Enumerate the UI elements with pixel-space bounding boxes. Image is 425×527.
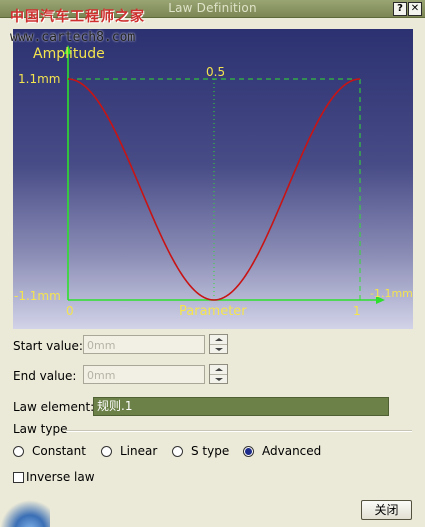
end-spin-up[interactable] xyxy=(210,365,227,375)
start-value-field[interactable]: 0mm xyxy=(83,335,205,354)
y-axis-label: Amplitude xyxy=(33,46,105,62)
radio-advanced-label: Advanced xyxy=(262,444,322,458)
chevron-up-icon xyxy=(215,368,223,371)
y-max-label: 1.1mm xyxy=(18,72,60,86)
chevron-up-icon xyxy=(215,338,223,341)
x-axis-label: Parameter xyxy=(179,304,247,319)
end-value-spinner[interactable] xyxy=(209,364,228,384)
chevron-down-icon xyxy=(215,378,223,381)
help-button[interactable]: ? xyxy=(393,2,407,16)
x-max-label: 1 xyxy=(353,304,361,318)
end-value-field[interactable]: 0mm xyxy=(83,365,205,384)
start-spin-down[interactable] xyxy=(210,345,227,354)
radio-advanced-circle[interactable] xyxy=(243,446,254,457)
start-value-spinner[interactable] xyxy=(209,334,228,354)
law-curve xyxy=(67,78,361,301)
radio-linear-circle[interactable] xyxy=(101,446,112,457)
radio-s-type-circle[interactable] xyxy=(172,446,183,457)
start-spin-up[interactable] xyxy=(210,335,227,345)
law-element-label: Law element: xyxy=(13,400,95,414)
corner-decoration xyxy=(0,500,50,527)
radio-constant-circle[interactable] xyxy=(13,446,24,457)
right-axis-label: -1.1mm xyxy=(370,287,413,300)
y-min-label: -1.1mm xyxy=(14,289,61,303)
law-plot-svg: Amplitude 1.1mm -1.1mm 0.5 0 1 Parameter… xyxy=(14,45,413,319)
law-element-field[interactable]: 规则.1 xyxy=(93,397,389,416)
close-window-button[interactable]: ✕ xyxy=(408,2,422,16)
law-plot: Amplitude 1.1mm -1.1mm 0.5 0 1 Parameter… xyxy=(13,29,413,329)
watermark-chinese: 中国汽车工程师之家 xyxy=(10,9,145,25)
radio-linear-label: Linear xyxy=(120,444,158,458)
inverse-law-label: Inverse law xyxy=(26,470,95,484)
law-type-divider xyxy=(66,430,412,432)
radio-constant-label: Constant xyxy=(32,444,86,458)
inverse-law-checkbox[interactable] xyxy=(13,472,24,483)
x-mid-label: 0.5 xyxy=(206,65,225,79)
start-value-label: Start value: xyxy=(13,339,83,353)
x-min-label: 0 xyxy=(66,304,74,318)
end-value-label: End value: xyxy=(13,369,77,383)
radio-s-type-label: S type xyxy=(191,444,230,458)
end-spin-down[interactable] xyxy=(210,375,227,384)
chevron-down-icon xyxy=(215,348,223,351)
close-button[interactable]: 关闭 xyxy=(361,500,412,520)
law-type-title: Law type xyxy=(13,422,68,436)
watermark-url: www.cartech8.com xyxy=(10,30,136,45)
